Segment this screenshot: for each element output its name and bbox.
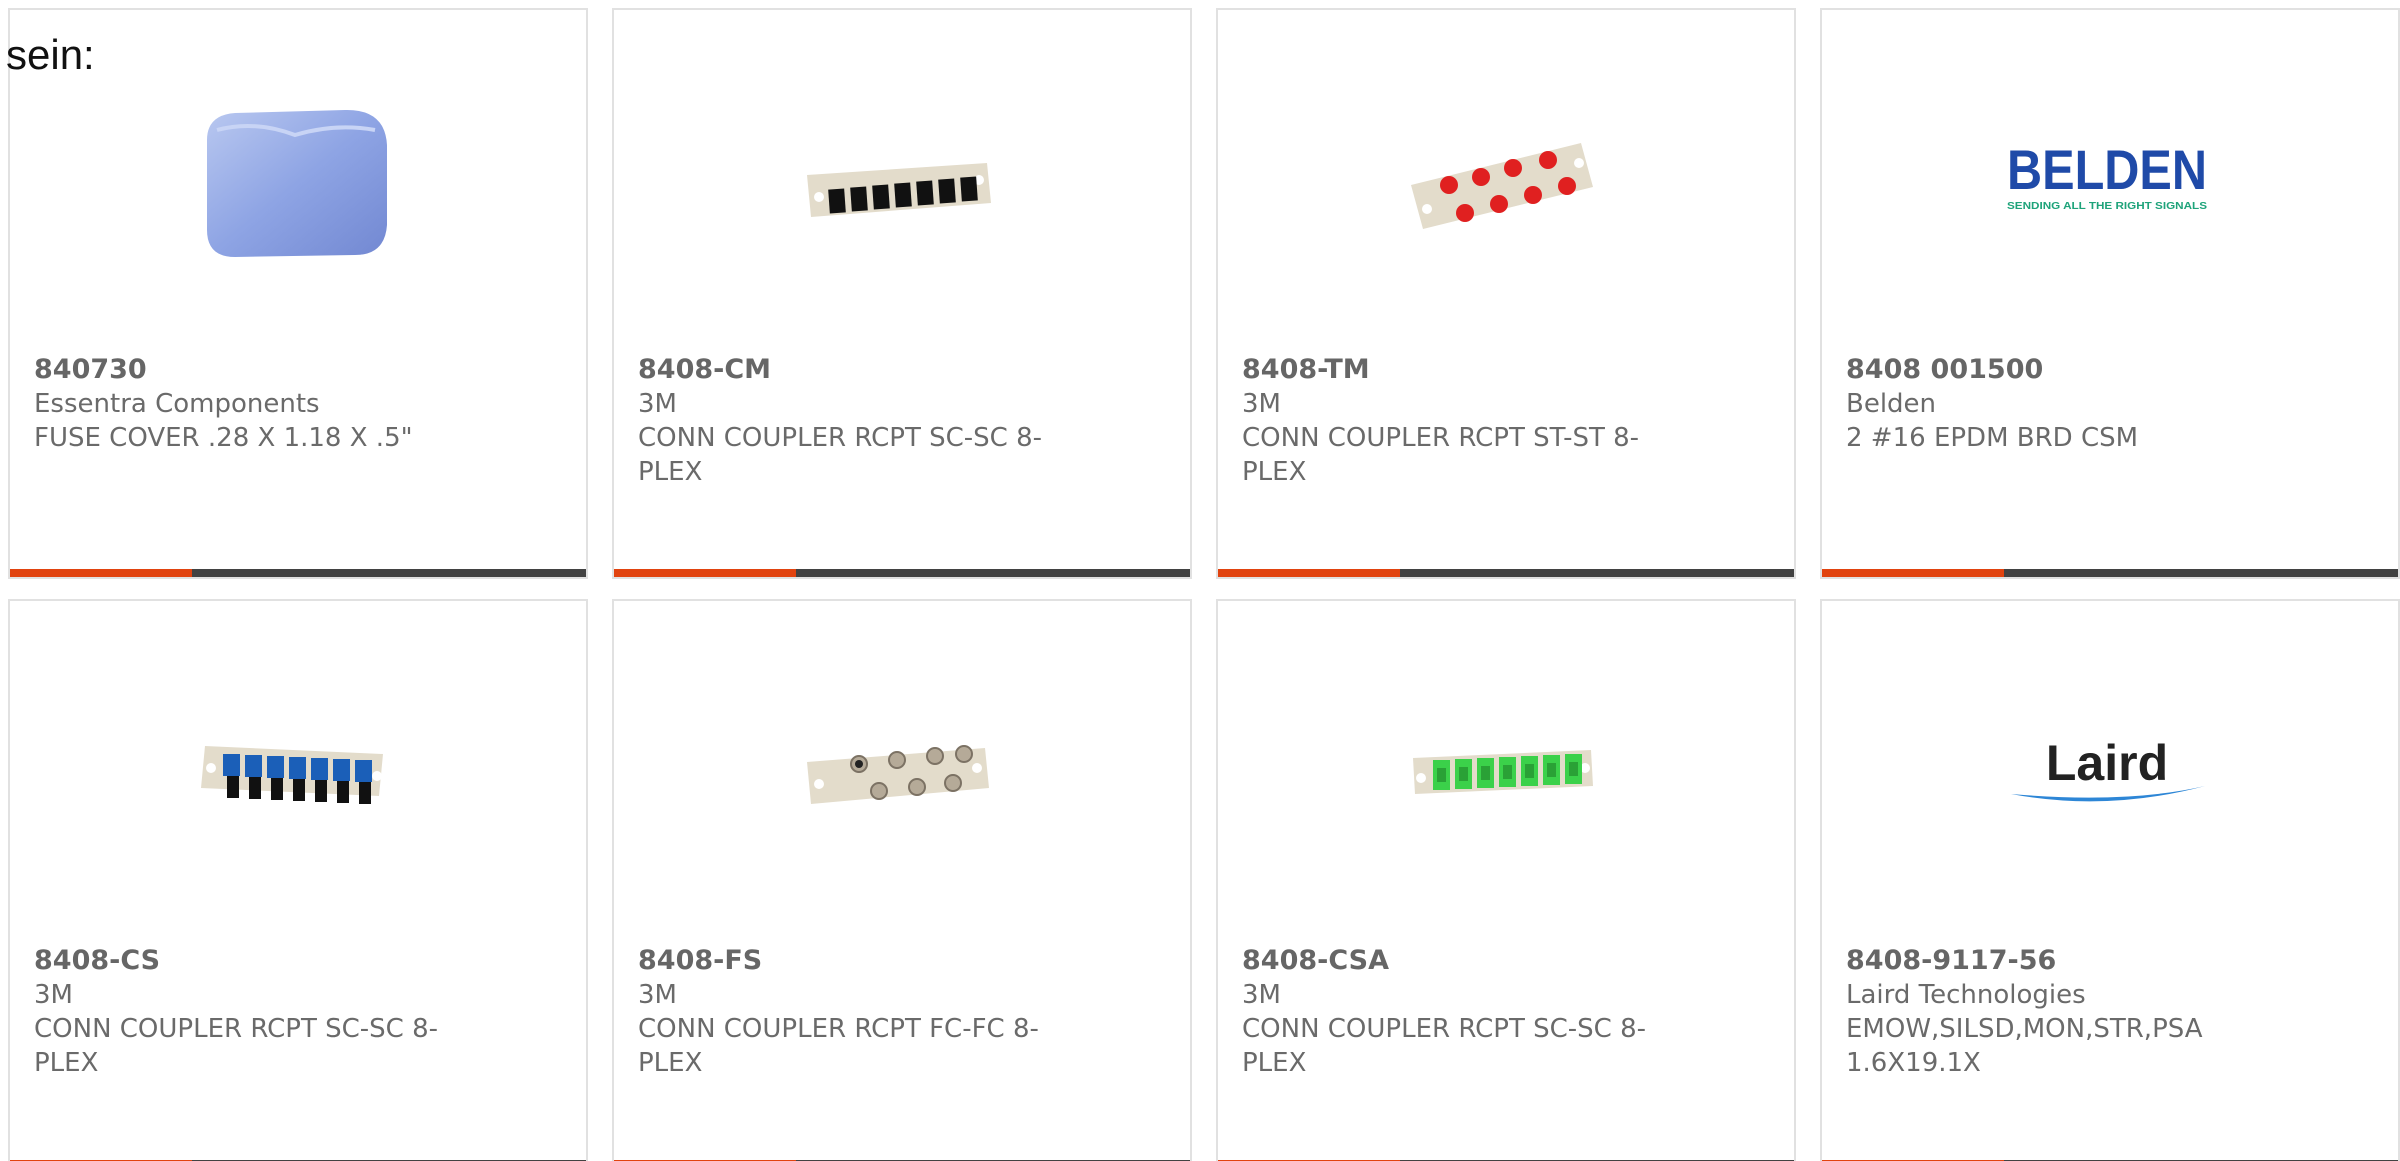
coupler-blue-sc-image (201, 746, 383, 804)
product-image[interactable] (799, 676, 999, 876)
product-image[interactable]: BELDEN SENDING ALL THE RIGHT SIGNALS (2007, 85, 2207, 285)
card-bottom-bar (614, 569, 1190, 577)
card-accent-bar (10, 569, 192, 577)
product-image[interactable] (195, 676, 395, 876)
manufacturer: 3M (638, 389, 677, 419)
description: 2 #16 EPDM BRD CSM (1846, 423, 2139, 453)
truncated-heading: sein: (6, 31, 95, 78)
product-info: 8408-TM 3M CONN COUPLER RCPT ST-ST 8-PLE… (1242, 353, 1682, 489)
card-bottom-bar (10, 569, 586, 577)
description: CONN COUPLER RCPT ST-ST 8-PLEX (1242, 423, 1640, 487)
product-card[interactable]: Laird 8408-9117-56 Laird Technologies EM… (1820, 599, 2400, 1161)
product-image[interactable]: Laird (2007, 676, 2207, 876)
card-bottom-bar (1822, 569, 2398, 577)
coupler-red-st-image (1411, 143, 1593, 229)
fuse-cover-image (207, 109, 387, 257)
part-number[interactable]: 8408 001500 (1846, 353, 2286, 387)
part-number[interactable]: 8408-CS (34, 944, 474, 978)
product-image[interactable] (195, 85, 395, 285)
page: sein: 840730 Essentra Components FUSE CO… (0, 0, 2400, 1161)
card-accent-bar (614, 569, 796, 577)
product-image[interactable] (1403, 85, 1603, 285)
coupler-green-sc-image (1413, 750, 1593, 794)
manufacturer: 3M (1242, 980, 1281, 1010)
laird-logo-name: Laird (2046, 735, 2168, 791)
part-number[interactable]: 8408-CM (638, 353, 1078, 387)
belden-logo: BELDEN SENDING ALL THE RIGHT SIGNALS (2007, 138, 2207, 212)
manufacturer: 3M (638, 980, 677, 1010)
belden-logo-tagline: SENDING ALL THE RIGHT SIGNALS (2007, 201, 2207, 212)
description: CONN COUPLER RCPT SC-SC 8-PLEX (34, 1014, 438, 1078)
product-info: 8408 001500 Belden 2 #16 EPDM BRD CSM (1846, 353, 2286, 455)
belden-logo-name: BELDEN (2007, 138, 2207, 201)
description: CONN COUPLER RCPT SC-SC 8-PLEX (638, 423, 1042, 487)
card-accent-bar (1218, 569, 1400, 577)
product-grid: 840730 Essentra Components FUSE COVER .2… (8, 8, 2400, 1161)
manufacturer: Belden (1846, 389, 1937, 419)
manufacturer: 3M (1242, 389, 1281, 419)
card-accent-bar (1822, 569, 2004, 577)
product-info: 8408-CSA 3M CONN COUPLER RCPT SC-SC 8-PL… (1242, 944, 1682, 1080)
description: FUSE COVER .28 X 1.18 X .5" (34, 423, 413, 453)
product-info: 8408-FS 3M CONN COUPLER RCPT FC-FC 8-PLE… (638, 944, 1078, 1080)
product-image[interactable] (1403, 676, 1603, 876)
product-info: 840730 Essentra Components FUSE COVER .2… (34, 353, 474, 455)
product-card[interactable]: 840730 Essentra Components FUSE COVER .2… (8, 8, 588, 579)
part-number[interactable]: 8408-TM (1242, 353, 1682, 387)
manufacturer: 3M (34, 980, 73, 1010)
product-info: 8408-CS 3M CONN COUPLER RCPT SC-SC 8-PLE… (34, 944, 474, 1080)
part-number[interactable]: 8408-FS (638, 944, 1078, 978)
product-info: 8408-9117-56 Laird Technologies EMOW,SIL… (1846, 944, 2286, 1080)
product-card[interactable]: 8408-CM 3M CONN COUPLER RCPT SC-SC 8-PLE… (612, 8, 1192, 579)
product-card[interactable]: 8408-CS 3M CONN COUPLER RCPT SC-SC 8-PLE… (8, 599, 588, 1161)
card-bottom-bar (1218, 569, 1794, 577)
product-card[interactable]: 8408-FS 3M CONN COUPLER RCPT FC-FC 8-PLE… (612, 599, 1192, 1161)
part-number[interactable]: 8408-CSA (1242, 944, 1682, 978)
description: CONN COUPLER RCPT SC-SC 8-PLEX (1242, 1014, 1646, 1078)
laird-logo: Laird (2011, 735, 2205, 802)
product-card[interactable]: BELDEN SENDING ALL THE RIGHT SIGNALS 840… (1820, 8, 2400, 579)
coupler-fc-image (807, 745, 989, 804)
description: CONN COUPLER RCPT FC-FC 8-PLEX (638, 1014, 1039, 1078)
manufacturer: Essentra Components (34, 389, 320, 419)
part-number[interactable]: 840730 (34, 353, 474, 387)
product-card[interactable]: 8408-CSA 3M CONN COUPLER RCPT SC-SC 8-PL… (1216, 599, 1796, 1161)
description: EMOW,SILSD,MON,STR,PSA 1.6X19.1X (1846, 1014, 2203, 1078)
coupler-black-sc-image (807, 163, 991, 217)
part-number[interactable]: 8408-9117-56 (1846, 944, 2286, 978)
manufacturer: Laird Technologies (1846, 980, 2086, 1010)
product-card[interactable]: 8408-TM 3M CONN COUPLER RCPT ST-ST 8-PLE… (1216, 8, 1796, 579)
product-info: 8408-CM 3M CONN COUPLER RCPT SC-SC 8-PLE… (638, 353, 1078, 489)
product-image[interactable] (799, 85, 999, 285)
